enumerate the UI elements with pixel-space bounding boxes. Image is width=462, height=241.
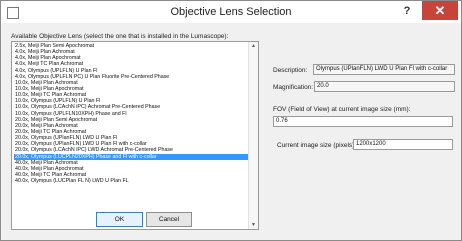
title-bar: Objective Lens Selection ? ✕ [1, 1, 461, 23]
magnification-field: 20.0 [314, 81, 455, 92]
fov-label: FOV (Field of View) at current image siz… [273, 106, 411, 113]
magnification-label: Magnification: [273, 84, 314, 91]
description-field: Olympus (UPlanFLN) LWD U Plan Fl with c-… [313, 64, 455, 75]
help-button[interactable]: ? [396, 3, 418, 20]
objective-lens-dialog: Objective Lens Selection ? ✕ Available O… [0, 0, 462, 241]
image-size-label: Current image size (pixels): [277, 142, 357, 149]
fov-field[interactable]: 0.76 [273, 116, 453, 127]
scroll-up-icon[interactable]: ▲ [250, 43, 257, 49]
scroll-down-icon[interactable]: ▼ [250, 222, 257, 228]
lens-list-item[interactable]: 40.0x, Olympus (LUCPlan FL N) LWD U Plan… [14, 178, 248, 184]
ok-button[interactable]: OK [96, 212, 143, 227]
window-title: Objective Lens Selection [170, 6, 292, 18]
close-button[interactable]: ✕ [422, 1, 458, 20]
lens-list-items: 2.5x, Meiji Plan Semi Apochromat 4.0x, Me… [14, 43, 248, 184]
cancel-button[interactable]: Cancel [146, 212, 192, 227]
description-label: Description: [273, 67, 308, 74]
lens-list-label: Available Objective Lens (select the one… [11, 33, 229, 40]
image-size-field[interactable]: 1200x1200 [353, 139, 453, 150]
list-scrollbar[interactable]: ▲ ▼ [248, 42, 258, 229]
lens-listbox[interactable]: 2.5x, Meiji Plan Semi Apochromat 4.0x, Me… [11, 41, 259, 230]
